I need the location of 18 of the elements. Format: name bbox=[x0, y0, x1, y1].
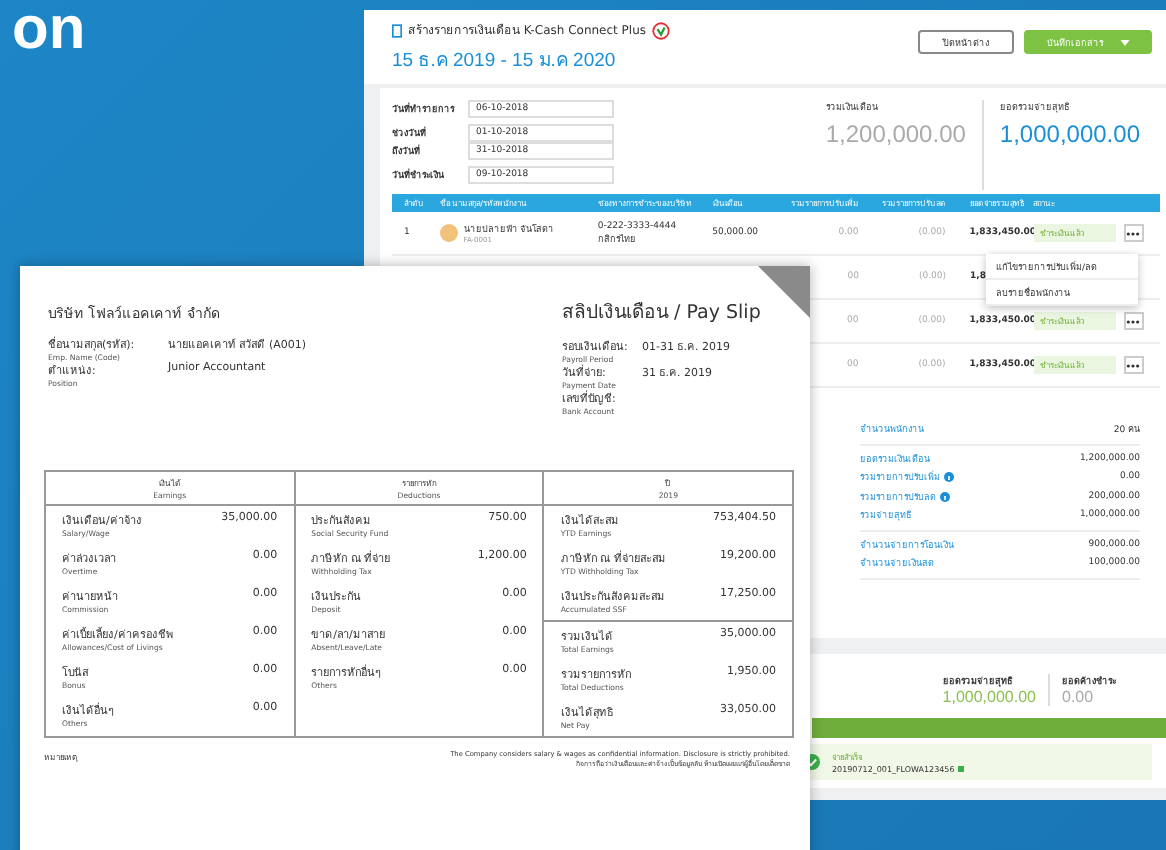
leaf-logo-icon bbox=[652, 21, 671, 39]
date-range: 15 ธ.ค 2019 - 15 ม.ค 2020 bbox=[392, 48, 618, 74]
corner-triangle-drawing bbox=[758, 266, 810, 318]
more-button[interactable] bbox=[1123, 224, 1144, 242]
total-value: 0.00 bbox=[1062, 688, 1096, 706]
more-button[interactable] bbox=[1123, 356, 1144, 374]
info-icon bbox=[944, 472, 954, 483]
avatar-icon bbox=[439, 224, 458, 242]
hero-heading: on bbox=[12, 0, 86, 60]
total-value: 1,000,000.00 bbox=[942, 688, 1036, 706]
caret-icon bbox=[1119, 39, 1129, 45]
document-icon bbox=[392, 23, 402, 37]
payslip-title: สลิปเงินเดือน / Pay Slip bbox=[562, 300, 763, 326]
copy-icon[interactable] bbox=[958, 766, 965, 772]
total-value: 1,200,000.00 bbox=[825, 120, 966, 148]
info-icon bbox=[940, 491, 950, 502]
total-value: 1,000,000.00 bbox=[999, 120, 1140, 148]
more-button[interactable] bbox=[1123, 312, 1144, 330]
